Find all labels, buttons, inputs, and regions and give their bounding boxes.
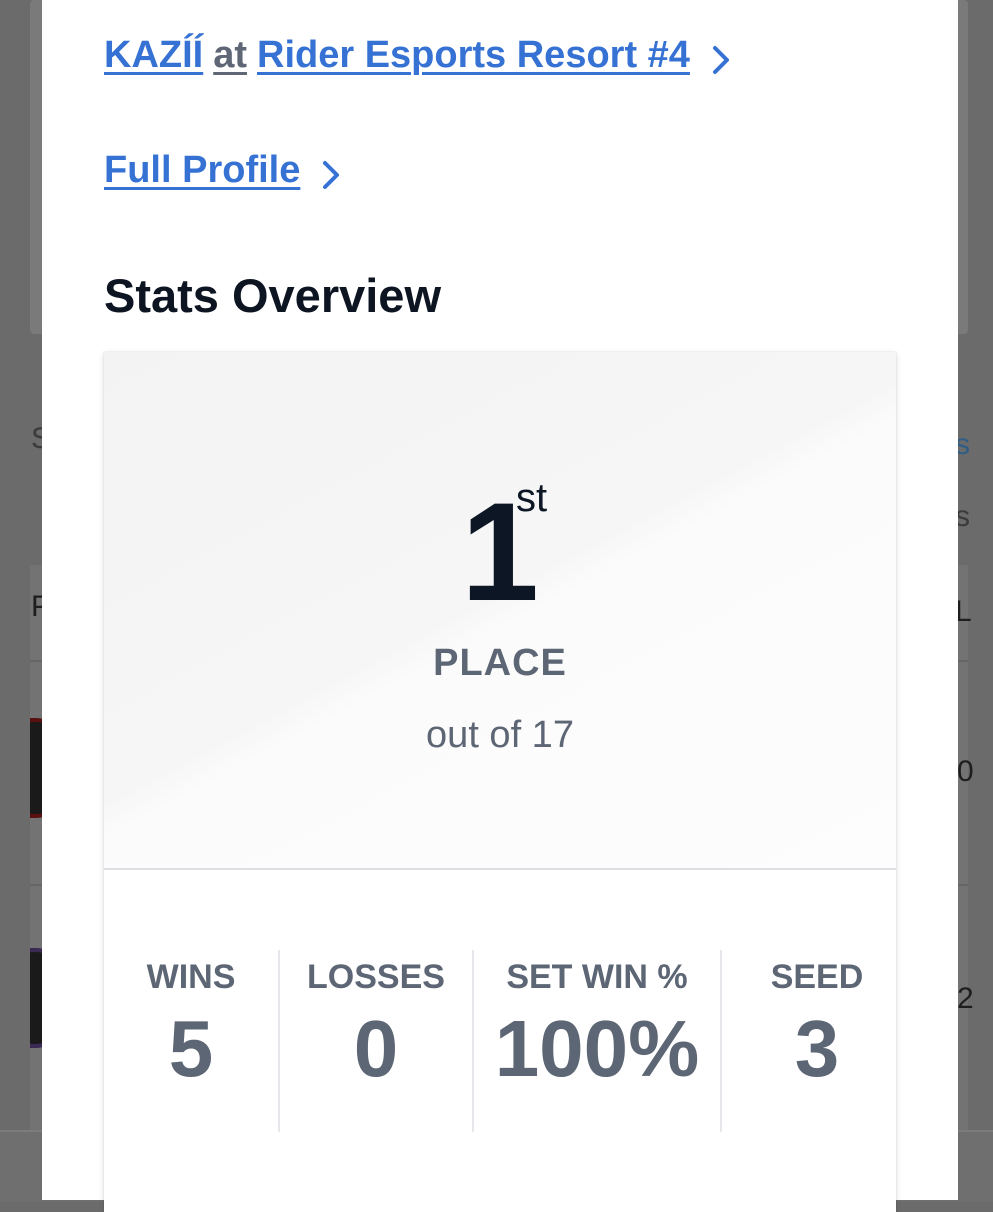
stat-value: 3 xyxy=(794,1004,840,1093)
stat-label: WINS xyxy=(146,958,236,996)
full-profile-link-row[interactable]: Full Profile xyxy=(104,149,342,192)
stat-value: 5 xyxy=(168,1004,214,1093)
section-title: Stats Overview xyxy=(104,269,442,322)
placement-panel: 1 st PLACE out of 17 xyxy=(104,352,896,870)
stats-row: WINS 5 LOSSES 0 SET WIN % 100% SEED 3 xyxy=(104,950,896,1132)
background-text: 0 xyxy=(957,755,974,788)
stat-label: SET WIN % xyxy=(506,958,688,996)
stats-overview-card: 1 st PLACE out of 17 WINS 5 LOSSES 0 SET… xyxy=(104,352,896,1212)
stat-value: 100% xyxy=(494,1004,700,1093)
stat-label: SEED xyxy=(770,958,864,996)
placement-label: PLACE xyxy=(433,642,567,684)
stat-label: LOSSES xyxy=(307,958,445,996)
chevron-right-icon[interactable] xyxy=(710,45,732,74)
placement-out-of: out of 17 xyxy=(426,714,574,756)
placement-number: 1 st xyxy=(104,478,896,622)
player-name-link[interactable]: KAZÍÍ xyxy=(104,34,203,77)
background-text: 2 xyxy=(957,982,974,1015)
breadcrumb-connector: at xyxy=(213,34,248,76)
tournament-link[interactable]: Rider Esports Resort #4 xyxy=(257,34,690,77)
stat-losses: LOSSES 0 xyxy=(280,950,472,1132)
stat-set-win-percent: SET WIN % 100% xyxy=(474,950,720,1132)
player-stats-modal: KAZÍÍ at Rider Esports Resort #4 Full Pr… xyxy=(42,0,958,1212)
stat-seed: SEED 3 xyxy=(722,950,912,1132)
breadcrumb[interactable]: KAZÍÍ at Rider Esports Resort #4 xyxy=(104,34,732,77)
stat-value: 0 xyxy=(353,1004,399,1093)
placement-suffix: st xyxy=(516,476,548,520)
chevron-right-icon[interactable] xyxy=(320,160,342,189)
full-profile-link[interactable]: Full Profile xyxy=(104,149,300,192)
stat-wins: WINS 5 xyxy=(104,950,278,1132)
